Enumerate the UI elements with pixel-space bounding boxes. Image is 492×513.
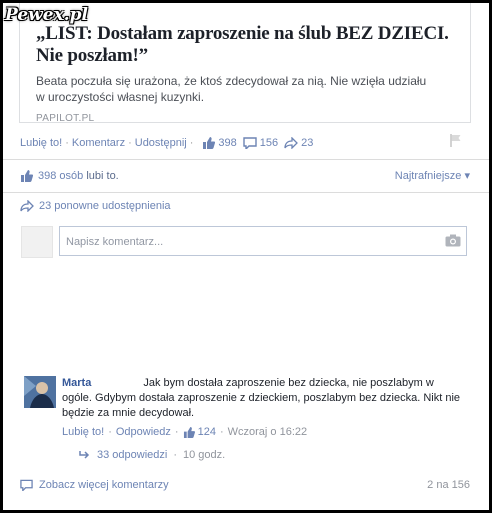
likes-people-link[interactable]: 398 osób	[38, 170, 83, 182]
thumbs-up-icon	[183, 426, 195, 438]
likes-count: 398	[218, 137, 237, 149]
comment-text: Jak bym dostała zaproszenie bez dziecka,…	[62, 377, 461, 419]
shares-count: 23	[301, 137, 314, 149]
comment-likes[interactable]: 124	[183, 426, 216, 438]
comments-count: 156	[259, 137, 279, 149]
comments-stat[interactable]: 156	[243, 137, 278, 149]
share-arrow-icon	[284, 137, 299, 149]
replies-count[interactable]: 33 odpowiedzi	[97, 449, 167, 461]
avatar[interactable]	[24, 376, 56, 408]
comments-pager: 2 na 156	[427, 479, 470, 491]
comment-icon	[20, 479, 33, 491]
share-button[interactable]: Udostępnij	[135, 137, 187, 149]
more-comments-link[interactable]: Zobacz więcej komentarzy	[39, 479, 169, 491]
avatar	[21, 226, 53, 258]
comment-input[interactable]: Napisz komentarz...	[59, 226, 467, 256]
likes-suffix: lubi to.	[86, 170, 119, 182]
link-description: Beata poczuła się urażona, że ktoś zdecy…	[36, 74, 427, 104]
separator: ·	[65, 137, 69, 149]
separator: ·	[108, 426, 112, 438]
shares-stat[interactable]: 23	[284, 137, 313, 149]
likes-stat[interactable]: 398	[202, 137, 237, 149]
thumbs-up-icon	[203, 137, 216, 149]
post-actions-bar: Lubię to! · Komentarz · Udostępnij · 398…	[20, 134, 470, 152]
like-button[interactable]: Lubię to!	[20, 137, 62, 149]
comment-like-button[interactable]: Lubię to!	[62, 426, 104, 438]
comment-body: Marta Jak bym dostała zaproszenie bez dzi…	[62, 376, 466, 421]
shares-summary-row[interactable]: 23 ponowne udostępnienia	[20, 200, 171, 212]
comment-icon	[243, 137, 257, 149]
reply-arrow-icon	[79, 451, 90, 459]
post-frame: Pewex.pl „LIST: Dostałam zaproszenie na …	[3, 3, 489, 510]
divider	[3, 192, 489, 193]
replies-row[interactable]: 33 odpowiedzi · 10 godz.	[79, 449, 225, 461]
comment-actions: Lubię to! · Odpowiedz · 124 · Wczoraj o …	[62, 426, 307, 438]
likes-summary-count[interactable]: 398 osób lubi to.	[38, 170, 119, 182]
link-title[interactable]: „LIST: Dostałam zaproszenie na ślub BEZ …	[36, 23, 458, 67]
watermark-logo: Pewex.pl	[5, 5, 88, 25]
likes-summary-row: 398 osób lubi to. Najtrafniejsze ▾	[20, 167, 470, 185]
separator: ·	[189, 137, 194, 149]
comment-composer: Napisz komentarz...	[19, 225, 471, 259]
comment-author[interactable]: Marta	[62, 377, 91, 389]
shares-summary-text[interactable]: 23 ponowne udostępnienia	[39, 200, 171, 212]
flag-icon[interactable]	[450, 134, 462, 150]
divider	[3, 159, 489, 160]
thumbs-up-icon	[21, 170, 33, 182]
sort-dropdown[interactable]: Najtrafniejsze ▾	[395, 169, 470, 182]
separator: ·	[128, 137, 132, 149]
separator: ·	[174, 426, 179, 438]
camera-icon[interactable]	[445, 234, 461, 252]
more-comments-row: Zobacz więcej komentarzy 2 na 156	[20, 479, 472, 491]
comment-timestamp[interactable]: Wczoraj o 16:22	[228, 426, 307, 438]
link-source: PAPILOT.PL	[36, 113, 95, 124]
share-arrow-icon	[20, 200, 34, 212]
separator: ·	[173, 449, 178, 461]
comment-likes-count: 124	[197, 426, 216, 438]
comment-reply-button[interactable]: Odpowiedz	[116, 426, 171, 438]
separator: ·	[219, 426, 224, 438]
replies-time: 10 godz.	[183, 449, 226, 461]
comment-button[interactable]: Komentarz	[72, 137, 125, 149]
